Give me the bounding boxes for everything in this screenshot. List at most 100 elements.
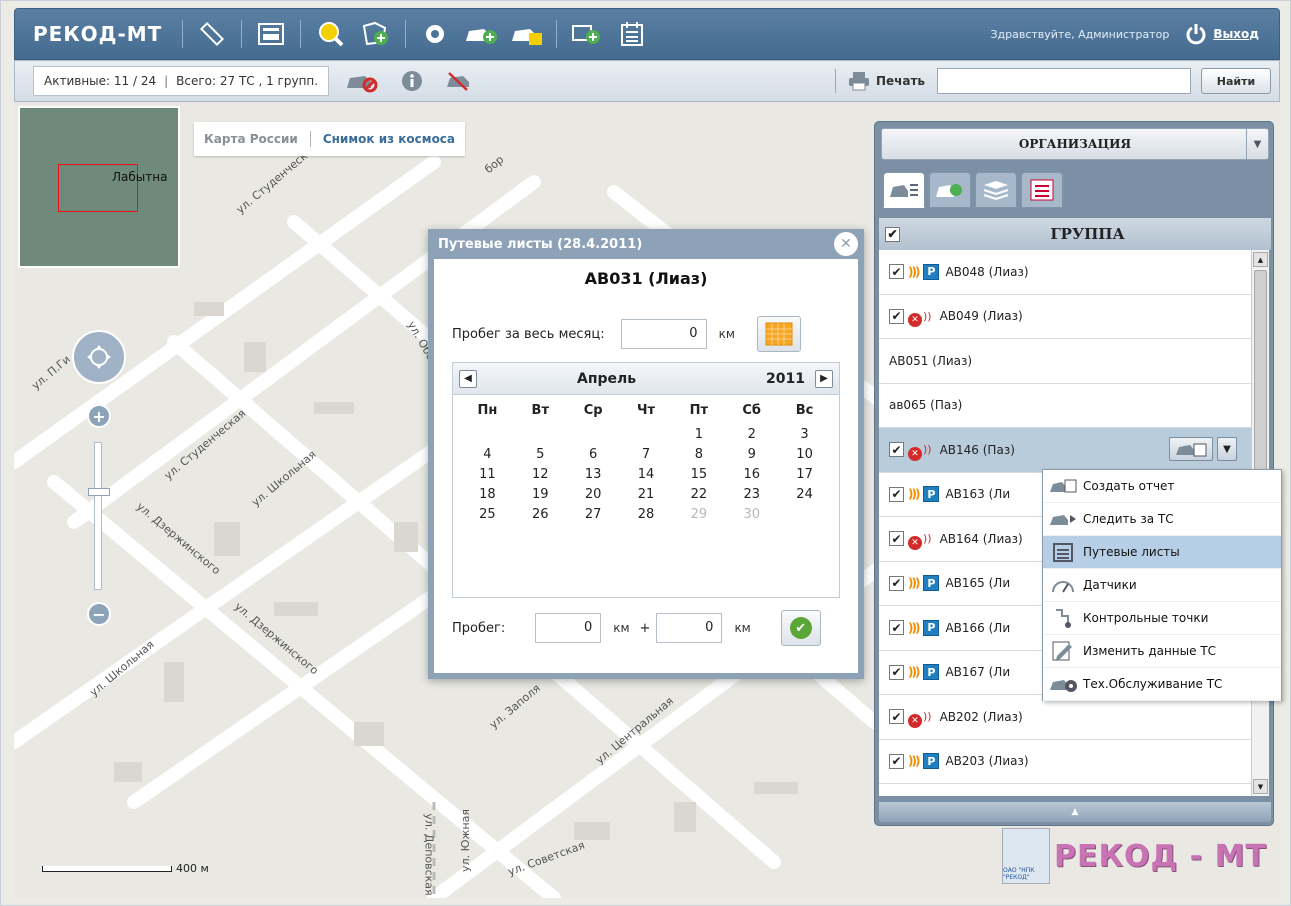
calendar-day[interactable]: 26 xyxy=(514,507,567,522)
calendar-day[interactable]: 10 xyxy=(778,447,831,462)
tab-russia-map[interactable]: Карта России xyxy=(204,132,298,146)
zoom-out-button[interactable]: − xyxy=(87,602,111,626)
close-icon[interactable]: ✕ xyxy=(834,232,858,256)
calendar-day[interactable]: 7 xyxy=(620,447,673,462)
vehicle-checkbox[interactable]: ✔ xyxy=(889,486,904,502)
find-button[interactable]: Найти xyxy=(1201,68,1271,94)
ruler-icon[interactable] xyxy=(192,14,232,54)
confirm-button[interactable]: ✔ xyxy=(780,610,821,646)
mileage-input[interactable]: 0 xyxy=(535,613,602,643)
calendar-day[interactable]: 15 xyxy=(672,467,725,482)
calculator-icon[interactable] xyxy=(251,14,291,54)
vehicle-row[interactable]: ✔ ✕)) АВ049 (Лиаз) xyxy=(879,295,1251,339)
calendar-day[interactable]: 6 xyxy=(567,447,620,462)
context-menu-item[interactable]: Создать отчет xyxy=(1043,470,1281,503)
calendar-list-icon[interactable] xyxy=(612,14,652,54)
info-icon[interactable] xyxy=(401,70,423,92)
checklist-icon[interactable] xyxy=(1021,172,1063,208)
prev-month-button[interactable]: ◀ xyxy=(459,369,477,388)
calendar-button[interactable] xyxy=(756,316,801,352)
vehicle-row[interactable]: АВ051 (Лиаз) xyxy=(879,339,1251,384)
calendar-day[interactable]: 18 xyxy=(461,487,514,502)
vehicle-checkbox[interactable]: ✔ xyxy=(889,575,904,591)
calendar-day[interactable]: 11 xyxy=(461,467,514,482)
calendar-day[interactable]: 17 xyxy=(778,467,831,482)
context-menu-item[interactable]: Датчики xyxy=(1043,569,1281,602)
context-menu-item[interactable]: Контрольные точки xyxy=(1043,602,1281,635)
vehicle-checkbox[interactable]: ✔ xyxy=(889,709,904,725)
group-checkbox[interactable]: ✔ xyxy=(885,226,900,242)
vehicle-checkbox[interactable]: ✔ xyxy=(889,308,904,324)
month-mileage-input[interactable]: 0 xyxy=(620,319,707,349)
tab-satellite[interactable]: Снимок из космоса xyxy=(323,132,455,146)
vehicle-name: ав065 (Паз) xyxy=(889,398,963,413)
calendar-day[interactable]: 8 xyxy=(672,447,725,462)
context-menu-item[interactable]: Изменить данные ТС xyxy=(1043,635,1281,668)
vehicle-checkbox[interactable]: ✔ xyxy=(889,264,904,280)
scroll-up-icon[interactable]: ▲ xyxy=(1253,252,1268,267)
calendar-day[interactable]: 5 xyxy=(514,447,567,462)
zoom-search-icon[interactable] xyxy=(310,14,350,54)
calendar-day[interactable]: 21 xyxy=(620,487,673,502)
panel-collapse-button[interactable]: ▲ xyxy=(879,802,1271,822)
calendar-day[interactable]: 23 xyxy=(725,487,778,502)
organization-select[interactable]: ОРГАНИЗАЦИЯ ▼ xyxy=(881,128,1269,160)
context-menu-item[interactable]: Путевые листы xyxy=(1043,536,1281,569)
vehicle-block-icon[interactable] xyxy=(345,69,379,93)
calendar-day[interactable]: 13 xyxy=(567,467,620,482)
print-button[interactable]: Печать xyxy=(834,69,925,93)
search-input[interactable] xyxy=(937,68,1191,94)
context-menu-item[interactable]: Следить за ТС xyxy=(1043,503,1281,536)
mileage-extra-input[interactable]: 0 xyxy=(656,613,723,643)
calendar-day[interactable]: 19 xyxy=(514,487,567,502)
vehicle-row[interactable]: ✔ ✕)) АВ202 (Лиаз) xyxy=(879,695,1251,740)
vehicle-key-icon[interactable] xyxy=(929,172,971,208)
calendar-day[interactable]: 16 xyxy=(725,467,778,482)
calendar-day[interactable]: 22 xyxy=(672,487,725,502)
calendar-day[interactable]: 28 xyxy=(620,507,673,522)
vehicle-checkbox[interactable]: ✔ xyxy=(889,753,904,769)
scroll-down-icon[interactable]: ▼ xyxy=(1253,779,1268,794)
vehicle-row[interactable]: ✔))) P АВ203 (Лиаз) xyxy=(879,740,1251,784)
vehicle-checkbox[interactable]: ✔ xyxy=(889,531,904,547)
vehicle-checkbox[interactable]: ✔ xyxy=(889,442,904,458)
add-zone-icon[interactable] xyxy=(356,14,396,54)
vehicle-report-icon[interactable] xyxy=(1169,437,1213,461)
zoom-slider-track[interactable] xyxy=(94,442,102,590)
zoom-in-button[interactable]: + xyxy=(87,404,111,428)
calendar-day[interactable]: 9 xyxy=(725,447,778,462)
overview-minimap[interactable]: Лабытна xyxy=(18,106,180,268)
vehicle-report-icon[interactable] xyxy=(507,14,547,54)
calendar-day[interactable]: 14 xyxy=(620,467,673,482)
scale-bar xyxy=(42,866,172,872)
calendar-day[interactable]: 27 xyxy=(567,507,620,522)
month-mileage-label: Пробег за весь месяц: xyxy=(452,326,605,342)
add-card-icon[interactable] xyxy=(566,14,606,54)
add-vehicle-icon[interactable] xyxy=(461,14,501,54)
chevron-down-icon[interactable]: ▼ xyxy=(1246,129,1268,159)
vehicle-checkbox[interactable]: ✔ xyxy=(889,664,904,680)
pan-control[interactable] xyxy=(72,330,126,384)
calendar-day[interactable]: 12 xyxy=(514,467,567,482)
calendar-day[interactable]: 3 xyxy=(778,427,831,442)
zoom-slider-handle[interactable] xyxy=(88,488,110,496)
vehicle-checkbox[interactable]: ✔ xyxy=(889,620,904,636)
vehicle-row[interactable]: ав065 (Паз) xyxy=(879,384,1251,428)
vehicle-row[interactable]: ✔ ✕)) АВ146 (Паз) ▼ xyxy=(879,428,1251,473)
total-count: Всего: 27 ТС , 1 групп. xyxy=(176,74,319,88)
vehicle-row[interactable]: ✔))) P АВ048 (Лиаз) xyxy=(879,250,1251,295)
vehicle-hide-icon[interactable] xyxy=(445,70,477,92)
next-month-button[interactable]: ▶ xyxy=(815,369,833,388)
calendar-day[interactable]: 1 xyxy=(672,427,725,442)
calendar-day[interactable]: 20 xyxy=(567,487,620,502)
chevron-down-icon[interactable]: ▼ xyxy=(1217,437,1237,461)
calendar-day[interactable]: 25 xyxy=(461,507,514,522)
calendar-day[interactable]: 2 xyxy=(725,427,778,442)
gear-icon[interactable] xyxy=(415,14,455,54)
layers-icon[interactable] xyxy=(975,172,1017,208)
context-menu-item[interactable]: Тех.Обслуживание ТС xyxy=(1043,668,1281,701)
calendar-day[interactable]: 24 xyxy=(778,487,831,502)
calendar-day[interactable]: 4 xyxy=(461,447,514,462)
vehicle-list-icon[interactable] xyxy=(883,172,925,208)
logout-button[interactable]: Выход xyxy=(1185,23,1259,45)
